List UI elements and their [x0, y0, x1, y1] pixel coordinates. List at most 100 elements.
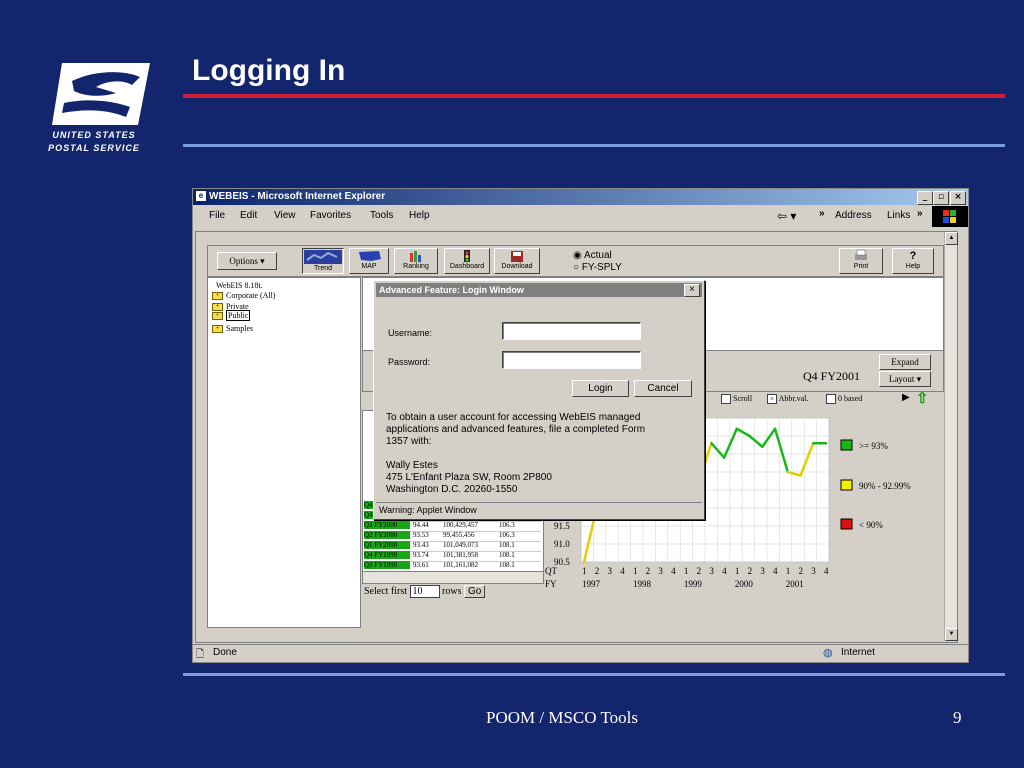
- table-cell: 101,049,073: [443, 541, 478, 549]
- logo-line1: UNITED STATES: [52, 130, 136, 140]
- expand-button[interactable]: Expand: [879, 354, 931, 370]
- x-quarter-tick: 1: [582, 566, 587, 576]
- x-quarter-tick: 2: [799, 566, 804, 576]
- menu-help[interactable]: Help: [409, 210, 430, 221]
- minimize-button[interactable]: _: [917, 191, 933, 205]
- radio-fysply[interactable]: ○ FY-SPLY: [573, 262, 622, 273]
- contact-name: Wally Estes: [386, 460, 438, 471]
- map-button[interactable]: MAP: [349, 248, 389, 274]
- back-arrow-icon[interactable]: ⇦ ▾: [777, 209, 796, 223]
- scroll-checkbox[interactable]: Scroll: [721, 394, 752, 405]
- table-cell: 93.53: [413, 531, 429, 539]
- dialog-title: Advanced Feature: Login Window: [379, 285, 524, 295]
- x-quarter-tick: 4: [824, 566, 829, 576]
- tree-item-samples[interactable]: + Samples: [212, 324, 253, 334]
- x-quarter-tick: 2: [595, 566, 600, 576]
- table-cell: 94.44: [413, 521, 429, 529]
- chevron-icon[interactable]: »: [819, 208, 825, 219]
- warning-bar: Warning: Applet Window: [376, 502, 702, 517]
- menu-file[interactable]: File: [209, 210, 225, 221]
- slide-title: Logging In: [192, 54, 346, 87]
- legend-swatch: [840, 439, 853, 451]
- dialog-close-button[interactable]: ×: [684, 284, 700, 297]
- trend-label: Trend: [313, 265, 333, 272]
- ie-icon: e: [196, 191, 206, 202]
- menu-view[interactable]: View: [274, 210, 296, 221]
- title-rule: [183, 94, 1005, 98]
- dashboard-button[interactable]: Dashboard: [444, 248, 490, 274]
- password-input[interactable]: [502, 351, 641, 369]
- help-label: Help: [905, 263, 921, 270]
- username-input[interactable]: [502, 322, 641, 340]
- address-label[interactable]: Address: [835, 210, 872, 221]
- folder-icon: +: [212, 325, 223, 334]
- go-button[interactable]: Go: [464, 585, 486, 598]
- x-quarter-tick: 4: [773, 566, 778, 576]
- x-quarter-tick: 4: [722, 566, 727, 576]
- folder-icon: +: [212, 303, 223, 312]
- scroll-up-arrow[interactable]: ▲: [945, 232, 958, 245]
- play-icon[interactable]: ▶: [902, 392, 910, 403]
- browser-titlebar: e WEBEIS - Microsoft Internet Explorer _ …: [193, 189, 968, 205]
- usps-eagle-logo: [52, 63, 150, 125]
- x-row2-label: FY: [545, 579, 557, 589]
- table-cell: Q3 FY1999: [364, 561, 410, 569]
- options-button[interactable]: Options ▾: [217, 252, 277, 270]
- tree-root[interactable]: WebEIS 8.18t.: [216, 281, 263, 290]
- table-hscrollbar[interactable]: [362, 571, 544, 584]
- links-label[interactable]: Links: [887, 210, 910, 221]
- help-icon: ?: [909, 250, 917, 262]
- rows-label: rows: [442, 586, 462, 597]
- x-quarter-tick: 3: [811, 566, 816, 576]
- download-button[interactable]: Download: [494, 248, 540, 274]
- zero-based-checkbox[interactable]: 0 based: [826, 394, 862, 405]
- menu-bar: File Edit View Favorites Tools Help ⇦ ▾ …: [193, 206, 968, 228]
- select-first-row: Select first 10 rows Go: [364, 585, 486, 598]
- layout-button[interactable]: Layout ▾: [879, 371, 931, 387]
- vertical-scrollbar[interactable]: ▲ ▼: [944, 232, 958, 641]
- info-line3: 1357 with:: [386, 436, 432, 447]
- checked-checkbox-icon: ×: [767, 394, 777, 405]
- x-quarter-tick: 4: [671, 566, 676, 576]
- x-quarter-tick: 2: [697, 566, 702, 576]
- cancel-button[interactable]: Cancel: [634, 380, 692, 397]
- select-rows-input[interactable]: 10: [409, 585, 440, 598]
- x-quarter-tick: 3: [709, 566, 714, 576]
- tree-item-public[interactable]: + Public: [212, 310, 251, 321]
- window-title: WEBEIS - Microsoft Internet Explorer: [209, 191, 386, 202]
- trend-button[interactable]: Trend: [302, 248, 344, 274]
- table-cell: 99,455,456: [443, 531, 475, 539]
- table-cell: Q2 FY2000: [364, 531, 410, 539]
- scroll-down-arrow[interactable]: ▼: [945, 628, 958, 641]
- tree-item-corporate[interactable]: + Corporate (All): [212, 291, 276, 301]
- y-tick-label: 91.5: [554, 521, 570, 531]
- page-number: 9: [953, 708, 962, 727]
- table-cell: 108.1: [499, 541, 515, 549]
- radio-actual[interactable]: ◉ Actual: [573, 250, 612, 261]
- close-button[interactable]: ×: [950, 191, 966, 205]
- legend-label: >= 93%: [859, 441, 888, 451]
- help-button[interactable]: ? Help: [892, 248, 934, 274]
- x-year-tick: 2000: [735, 579, 754, 589]
- menu-edit[interactable]: Edit: [240, 210, 257, 221]
- x-year-tick: 1997: [582, 579, 601, 589]
- login-button[interactable]: Login: [572, 380, 629, 397]
- x-quarter-tick: 4: [620, 566, 625, 576]
- table-cell: 108.1: [499, 561, 515, 569]
- dialog-titlebar: Advanced Feature: Login Window ×: [376, 283, 702, 297]
- menu-tools[interactable]: Tools: [370, 210, 393, 221]
- maximize-button[interactable]: ▫: [933, 191, 949, 205]
- ranking-button[interactable]: Ranking: [394, 248, 438, 274]
- menu-favorites[interactable]: Favorites: [310, 210, 351, 221]
- table-cell: Q3 FY2000: [364, 521, 410, 529]
- x-year-tick: 1998: [633, 579, 652, 589]
- login-dialog: Advanced Feature: Login Window × Usernam…: [373, 280, 705, 520]
- links-chevron-icon[interactable]: »: [917, 208, 923, 219]
- info-line1: To obtain a user account for accessing W…: [386, 412, 641, 423]
- contact-address1: 475 L'Enfant Plaza SW, Room 2P800: [386, 472, 552, 483]
- green-up-arrow-icon[interactable]: ⇧: [916, 389, 929, 407]
- map-label: MAP: [361, 263, 377, 270]
- print-button[interactable]: Print: [839, 248, 883, 274]
- abbr-checkbox[interactable]: × Abbr.val.: [767, 394, 808, 405]
- password-label: Password:: [388, 357, 431, 367]
